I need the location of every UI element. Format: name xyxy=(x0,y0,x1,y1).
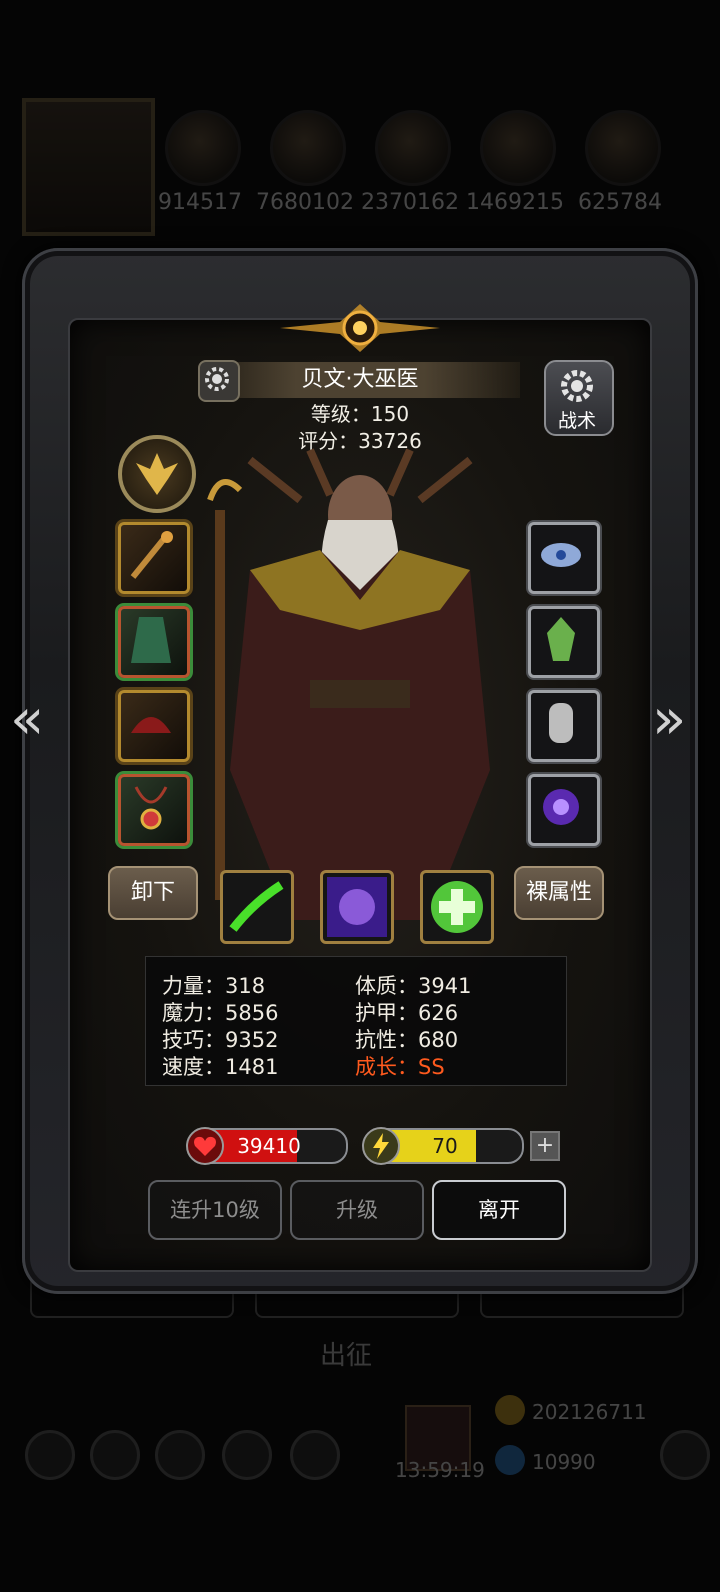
menu-icon-2 xyxy=(90,1430,140,1480)
equip-slot-armor[interactable] xyxy=(118,606,190,678)
purple-orb-icon xyxy=(543,789,579,825)
resource-value-4: 1469215 xyxy=(466,190,564,215)
purple-spirit-icon xyxy=(327,877,387,937)
staff-icon xyxy=(130,531,173,579)
green-claw-icon xyxy=(229,881,284,932)
resource-icon-4 xyxy=(480,110,556,186)
resource-value-5: 625784 xyxy=(578,190,662,215)
equip-slot-gem[interactable] xyxy=(528,606,600,678)
level-up-10-button[interactable]: 连升10级 xyxy=(148,1180,282,1240)
skill-slot-2[interactable] xyxy=(320,870,394,944)
hero-illustration xyxy=(207,448,490,920)
gear-icon xyxy=(561,370,593,402)
gold-icon xyxy=(495,1445,525,1475)
depart-label: 出征 xyxy=(320,1341,373,1371)
tactics-label[interactable]: 战术 xyxy=(544,406,610,433)
resource-icon-1 xyxy=(165,110,241,186)
robe-icon xyxy=(131,617,171,663)
resource-icon-2 xyxy=(270,110,346,186)
resource-value-1: 914517 xyxy=(158,190,242,215)
amulet-icon xyxy=(134,786,168,830)
menu-icon-1 xyxy=(25,1430,75,1480)
stat-speed: 速度：1481 xyxy=(162,1055,279,1079)
base-attributes-button[interactable]: 裸属性 xyxy=(514,866,604,920)
resource-value-2: 7680102 xyxy=(256,190,354,215)
equip-slot-scale[interactable] xyxy=(528,690,600,762)
crest-emblem-icon xyxy=(280,304,440,352)
resource-icon-5 xyxy=(585,110,661,186)
stat-magic: 魔力：5856 xyxy=(162,1001,279,1025)
menu-icon-6 xyxy=(660,1430,710,1480)
stat-resistance: 抗性：680 xyxy=(355,1028,459,1052)
double-chevron-left-icon[interactable]: « xyxy=(10,690,50,750)
timer-text: 13:59:19 xyxy=(395,1458,485,1482)
unequip-button[interactable]: 卸下 xyxy=(108,866,198,920)
phoenix-icon xyxy=(136,453,178,495)
leave-button[interactable]: 离开 xyxy=(432,1180,566,1240)
green-gem-icon xyxy=(547,617,575,661)
menu-icon-3 xyxy=(155,1430,205,1480)
stat-armor: 护甲：626 xyxy=(355,1001,459,1025)
equip-slot-orb[interactable] xyxy=(528,774,600,846)
crystal-ring-icon xyxy=(541,543,581,567)
equip-slot-amulet[interactable] xyxy=(118,774,190,846)
diamond-value: 202126711 xyxy=(532,1400,647,1424)
diamond-icon xyxy=(495,1395,525,1425)
helmet-icon xyxy=(131,717,171,733)
menu-icon-4 xyxy=(222,1430,272,1480)
heart-icon xyxy=(186,1127,224,1165)
equip-slot-weapon[interactable] xyxy=(118,522,190,594)
stat-skill: 技巧：9352 xyxy=(162,1028,279,1052)
equip-slot-ring[interactable] xyxy=(528,522,600,594)
resource-value-3: 2370162 xyxy=(361,190,459,215)
gold-value: 10990 xyxy=(532,1450,596,1474)
double-chevron-right-icon[interactable]: » xyxy=(652,690,692,750)
stat-strength: 力量：318 xyxy=(162,974,266,998)
stat-constitution: 体质：3941 xyxy=(355,974,472,998)
hero-name: 贝文·大巫医 xyxy=(301,367,419,392)
menu-icon-5 xyxy=(290,1430,340,1480)
class-emblem-icon[interactable] xyxy=(118,435,196,513)
add-energy-button[interactable]: + xyxy=(530,1131,560,1161)
stat-growth: 成长：SS xyxy=(355,1055,445,1079)
resource-icon-3 xyxy=(375,110,451,186)
skill-slot-1[interactable] xyxy=(220,870,294,944)
heal-cross-icon xyxy=(431,881,483,933)
scale-icon xyxy=(549,703,573,743)
skill-slot-3[interactable] xyxy=(420,870,494,944)
player-portrait xyxy=(22,98,155,236)
equip-slot-helmet[interactable] xyxy=(118,690,190,762)
lightning-icon xyxy=(362,1127,400,1165)
level-up-button[interactable]: 升级 xyxy=(290,1180,424,1240)
